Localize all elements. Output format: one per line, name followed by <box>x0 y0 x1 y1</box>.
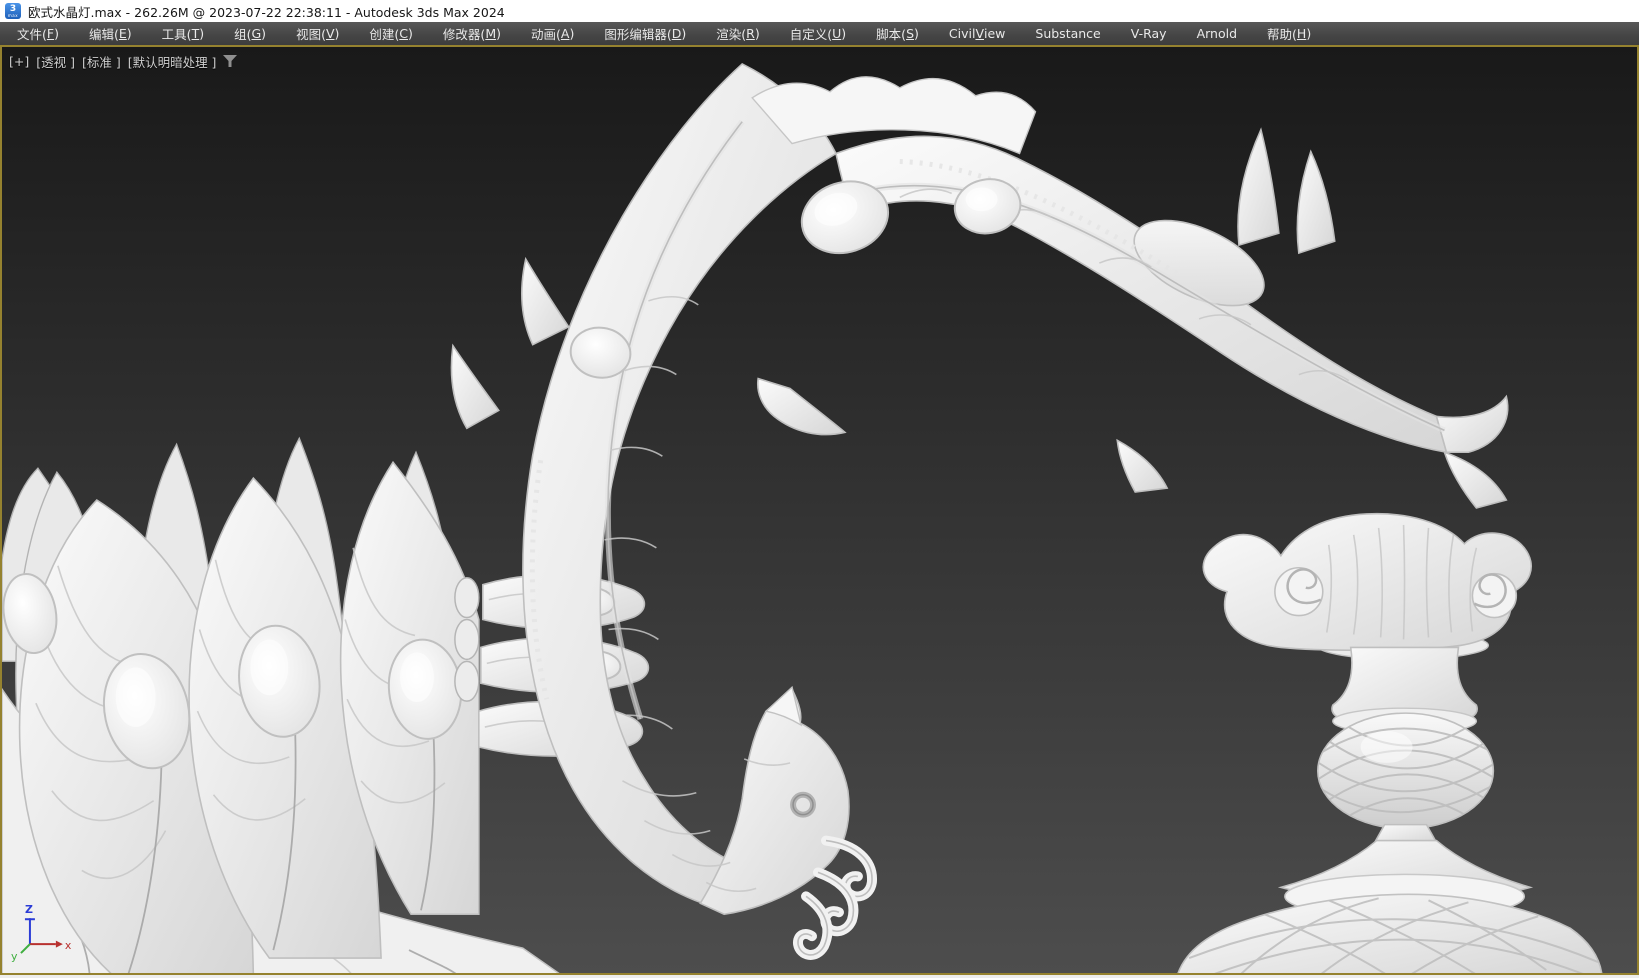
axis-z-label: Z <box>25 903 33 916</box>
menu-bar: 文件(F)编辑(E)工具(T)组(G)视图(V)创建(C)修改器(M)动画(A)… <box>0 22 1639 45</box>
menu-item-create[interactable]: 创建(C) <box>354 22 428 45</box>
viewport-label: [+] [透视 ] [标准 ] [默认明暗处理 ] <box>9 52 238 71</box>
window-title: 欧式水晶灯.max - 262.26M @ 2023-07-22 22:38:1… <box>28 2 505 21</box>
menu-item-substance[interactable]: Substance <box>1020 22 1115 45</box>
model-render: Z x y <box>2 47 1637 973</box>
menu-item-v-ray[interactable]: V-Ray <box>1116 22 1182 45</box>
menu-item-file[interactable]: 文件(F) <box>2 22 74 45</box>
feather-fan <box>2 438 563 973</box>
viewport-view-label[interactable]: [透视 ] <box>36 52 75 71</box>
menu-item-customize[interactable]: 自定义(U) <box>775 22 861 45</box>
viewport-maximize-label[interactable]: [+] <box>9 54 29 69</box>
3ds-max-logo-icon: 3 max <box>5 3 21 19</box>
menu-item-arnold[interactable]: Arnold <box>1182 22 1252 45</box>
menu-item-scripting[interactable]: 脚本(S) <box>861 22 934 45</box>
menu-item-views[interactable]: 视图(V) <box>281 22 354 45</box>
menu-item-tools[interactable]: 工具(T) <box>147 22 219 45</box>
menu-item-edit[interactable]: 编辑(E) <box>74 22 147 45</box>
menu-item-graph-editors[interactable]: 图形编辑器(D) <box>589 22 701 45</box>
viewport-renderer-label[interactable]: [标准 ] <box>82 52 121 71</box>
finial-post <box>1177 514 1602 973</box>
axis-y-label: y <box>11 950 18 963</box>
menu-item-help[interactable]: 帮助(H) <box>1252 22 1326 45</box>
menu-item-rendering[interactable]: 渲染(R) <box>701 22 774 45</box>
title-bar: 3 max 欧式水晶灯.max - 262.26M @ 2023-07-22 2… <box>0 0 1639 22</box>
menu-item-civil-view[interactable]: Civil View <box>934 22 1021 45</box>
menu-item-group[interactable]: 组(G) <box>219 22 281 45</box>
funnel-icon[interactable] <box>223 55 238 68</box>
axis-x-label: x <box>65 939 72 952</box>
menu-item-animation[interactable]: 动画(A) <box>516 22 589 45</box>
viewport[interactable]: Z x y [+] [透视 ] [标准 ] [默认明暗处理 ] <box>0 45 1639 975</box>
menu-item-modifiers[interactable]: 修改器(M) <box>428 22 516 45</box>
viewport-shading-label[interactable]: [默认明暗处理 ] <box>128 52 217 71</box>
